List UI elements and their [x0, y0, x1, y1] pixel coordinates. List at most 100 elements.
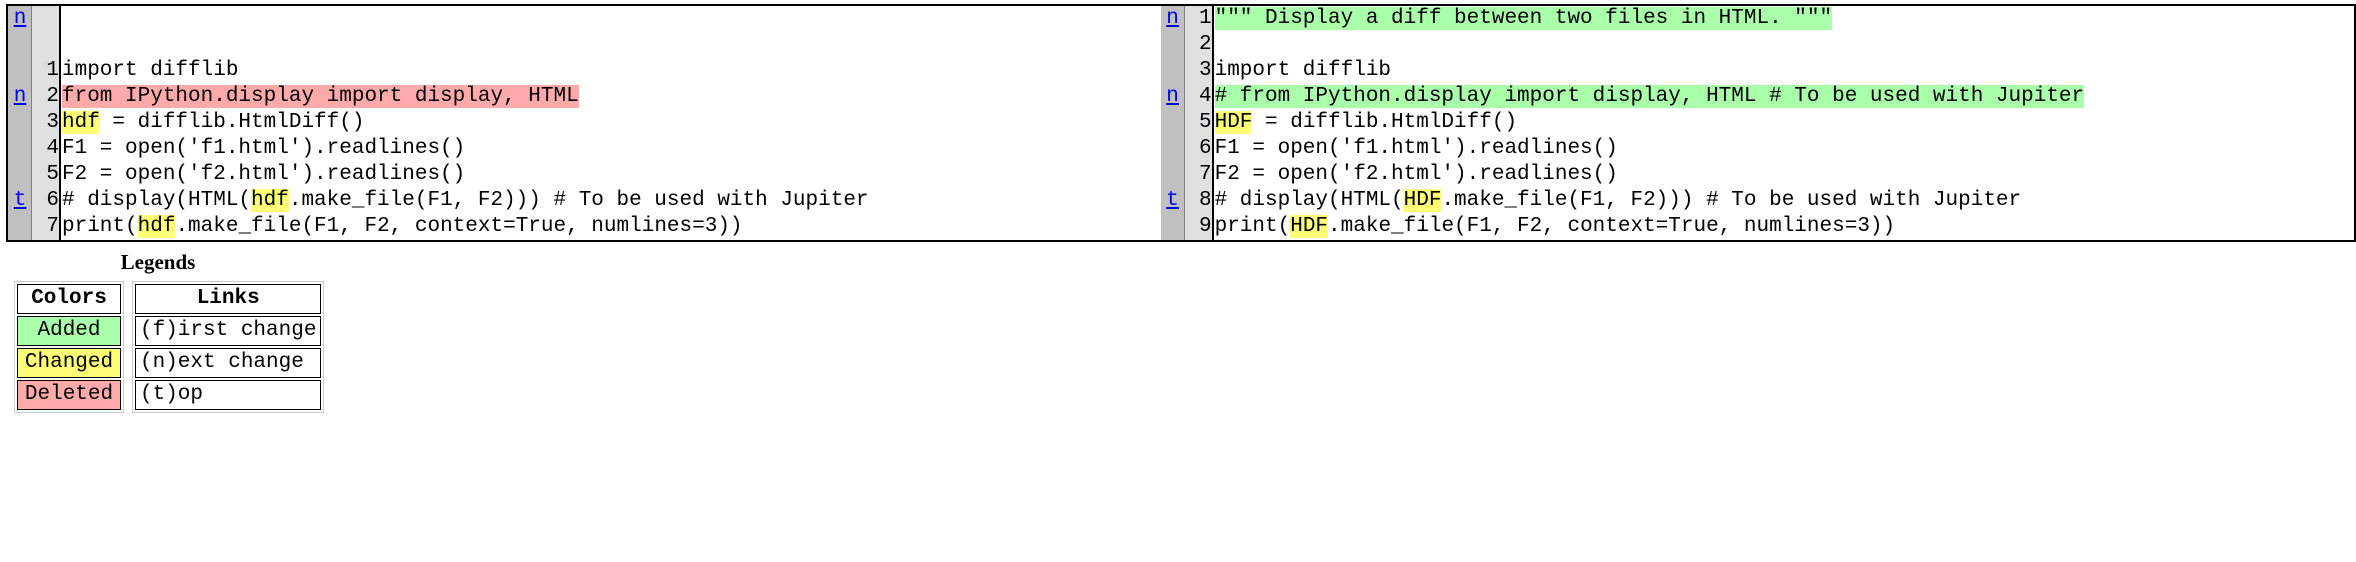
diff-content-right: """ Display a diff between two files in … — [1212, 5, 2355, 32]
diff-table: n n 1 """ Display a diff between two files… — [6, 4, 2356, 242]
diff-content-left — [60, 5, 1147, 32]
diff-link-cell-left[interactable]: n — [7, 5, 32, 32]
diff-link-cell-right — [1160, 32, 1185, 58]
diff-content-left: print(hdf.make_file(F1, F2, context=True… — [60, 214, 1147, 241]
diff-link-cell-right — [1160, 136, 1185, 162]
legend-link-cell[interactable]: (t)op — [135, 380, 322, 410]
diff-segment-plain: = difflib.HtmlDiff() — [1252, 111, 1518, 134]
table-row: 4 F1 = open('f1.html').readlines() 6 F1 = … — [7, 136, 2355, 162]
diff-link-cell-left — [7, 162, 32, 188]
diff-segment-plain: .make_file(F1, F2, context=True, numline… — [1328, 215, 1896, 238]
legend-color-deleted: Deleted — [17, 380, 121, 410]
diff-nav-link-n[interactable]: n — [1166, 85, 1179, 108]
diff-link-cell-left — [7, 136, 32, 162]
diff-segment-chg: hdf — [62, 111, 100, 134]
diff-link-cell-right[interactable]: n — [1160, 84, 1185, 110]
diff-lineno-right: 5 — [1184, 110, 1214, 136]
diff-lineno-right: 4 — [1184, 84, 1214, 110]
diff-pane-gap — [1146, 188, 1161, 214]
diff-lineno-right: 3 — [1184, 58, 1214, 84]
diff-segment-plain: print( — [62, 215, 138, 238]
diff-link-cell-right[interactable]: t — [1160, 188, 1185, 214]
diff-segment-plain: # display(HTML( — [62, 189, 252, 212]
diff-lineno-left: 7 — [31, 214, 61, 241]
diff-segment-plain: F1 = open('f1.html').readlines() — [1214, 137, 1618, 160]
legend-color-added: Added — [17, 316, 121, 346]
diff-content-right: # display(HTML(HDF.make_file(F1, F2))) #… — [1212, 188, 2355, 214]
diff-lineno-right: 7 — [1184, 162, 1214, 188]
table-row: n n 1 """ Display a diff between two files… — [7, 5, 2355, 32]
diff-lineno-right: 9 — [1184, 214, 1214, 241]
diff-link-cell-right — [1160, 214, 1185, 241]
legends-section: Legends Colors Added Changed Deleted Links — [14, 250, 2356, 413]
diff-link-cell-right — [1160, 162, 1185, 188]
diff-content-left: F1 = open('f1.html').readlines() — [60, 136, 1147, 162]
diff-link-cell-left[interactable]: t — [7, 188, 32, 214]
diff-link-cell-left[interactable]: n — [7, 84, 32, 110]
diff-segment-chg: hdf — [137, 215, 176, 238]
legend-link[interactable]: (n)ext change — [140, 351, 304, 374]
diff-lineno-right: 6 — [1184, 136, 1214, 162]
diff-nav-link-n[interactable]: n — [1166, 7, 1179, 30]
diff-segment-plain: F1 = open('f1.html').readlines() — [62, 137, 466, 160]
diff-lineno-left — [31, 5, 61, 32]
table-row: 5 F2 = open('f2.html').readlines() 7 F2 = … — [7, 162, 2355, 188]
diff-link-cell-left — [7, 214, 32, 241]
diff-content-left: from IPython.display import display, HTM… — [60, 84, 1147, 110]
legend-colors-cell: Colors Added Changed Deleted — [14, 281, 132, 413]
diff-content-left: # display(HTML(hdf.make_file(F1, F2))) #… — [60, 188, 1147, 214]
list-item: Changed — [17, 348, 121, 378]
diff-segment-plain: F2 = open('f2.html').readlines() — [62, 163, 466, 186]
legend-colors-header: Colors — [17, 284, 121, 314]
diff-nav-link-n[interactable]: n — [14, 7, 27, 30]
table-row: 3 hdf = difflib.HtmlDiff() 5 HDF = difflib… — [7, 110, 2355, 136]
table-row: t 6 # display(HTML(hdf.make_file(F1, F2)))… — [7, 188, 2355, 214]
diff-segment-plain: .make_file(F1, F2, context=True, numline… — [175, 215, 743, 238]
list-item[interactable]: (n)ext change — [135, 348, 322, 378]
diff-segment-plain: print( — [1214, 215, 1291, 238]
diff-lineno-right: 1 — [1184, 5, 1214, 32]
diff-segment-plain: import difflib — [62, 59, 239, 82]
diff-lineno-left: 1 — [31, 58, 61, 84]
diff-segment-plain: .make_file(F1, F2))) # To be used with J… — [288, 189, 869, 212]
diff-content-left — [60, 32, 1147, 58]
table-row: 7 print(hdf.make_file(F1, F2, context=Tru… — [7, 214, 2355, 241]
diff-segment-plain: # display(HTML( — [1214, 189, 1404, 212]
diff-lineno-left: 5 — [31, 162, 61, 188]
diff-content-left: hdf = difflib.HtmlDiff() — [60, 110, 1147, 136]
legend-link-cell[interactable]: (n)ext change — [135, 348, 322, 378]
diff-lineno-left — [31, 32, 61, 58]
diff-segment-plain: F2 = open('f2.html').readlines() — [1214, 163, 1618, 186]
diff-nav-link-t[interactable]: t — [14, 189, 27, 212]
legend-link[interactable]: (f)irst change — [140, 319, 316, 342]
diff-segment-plain: .make_file(F1, F2))) # To be used with J… — [1441, 189, 2022, 212]
diff-content-right: F2 = open('f2.html').readlines() — [1212, 162, 2355, 188]
diff-pane-gap — [1146, 136, 1161, 162]
diff-content-right: print(HDF.make_file(F1, F2, context=True… — [1212, 214, 2355, 241]
diff-content-right: import difflib — [1212, 58, 2355, 84]
diff-link-cell-right — [1160, 110, 1185, 136]
diff-pane-gap — [1146, 214, 1161, 241]
diff-rows: n n 1 """ Display a diff between two files… — [7, 5, 2355, 241]
diff-link-cell-right[interactable]: n — [1160, 5, 1185, 32]
diff-link-cell-left — [7, 32, 32, 58]
diff-segment-add: # from IPython.display import display, H… — [1214, 85, 2085, 108]
diff-lineno-left: 4 — [31, 136, 61, 162]
legend-colors-table: Colors Added Changed Deleted — [14, 281, 124, 413]
diff-nav-link-n[interactable]: n — [14, 85, 27, 108]
legend-link[interactable]: (t)op — [140, 383, 203, 406]
diff-pane-gap — [1146, 5, 1161, 32]
list-item[interactable]: (t)op — [135, 380, 322, 410]
diff-content-right: HDF = difflib.HtmlDiff() — [1212, 110, 2355, 136]
list-item[interactable]: (f)irst change — [135, 316, 322, 346]
list-item: Added — [17, 316, 121, 346]
diff-segment-chg: HDF — [1403, 189, 1442, 212]
legend-link-cell[interactable]: (f)irst change — [135, 316, 322, 346]
diff-content-right: F1 = open('f1.html').readlines() — [1212, 136, 2355, 162]
legend-links-table: Links (f)irst change (n)ext change (t)op — [132, 281, 325, 413]
legend-color-changed: Changed — [17, 348, 121, 378]
diff-segment-plain: import difflib — [1214, 59, 1392, 82]
diff-pane-gap — [1146, 110, 1161, 136]
diff-nav-link-t[interactable]: t — [1166, 189, 1179, 212]
diff-pane-gap — [1146, 84, 1161, 110]
